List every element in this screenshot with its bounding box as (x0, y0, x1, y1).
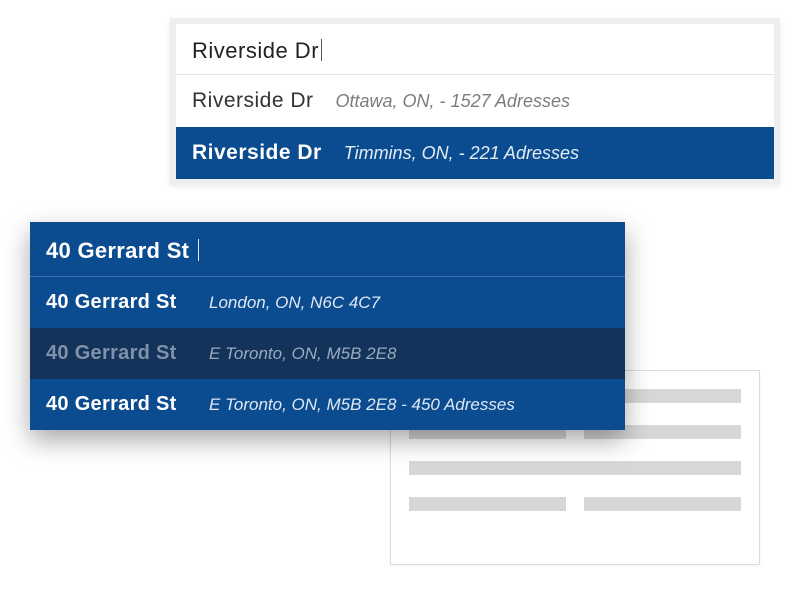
option-primary-text: Riverside Dr (192, 89, 314, 113)
autocomplete-option[interactable]: 40 Gerrard St London, ON, N6C 4C7 (30, 277, 625, 328)
option-secondary-text: London, ON, N6C 4C7 (209, 293, 380, 313)
search-input-value: Riverside Dr (192, 38, 319, 63)
placeholder-row (409, 497, 741, 511)
text-cursor-icon (198, 239, 199, 261)
option-secondary-text: E Toronto, ON, M5B 2E8 - 450 Adresses (209, 395, 515, 415)
placeholder-bar (409, 461, 741, 475)
option-primary-text: 40 Gerrard St (46, 291, 191, 314)
option-primary-text: 40 Gerrard St (46, 342, 191, 365)
autocomplete-panel-gerrard: 40 Gerrard St 40 Gerrard St London, ON, … (30, 222, 625, 430)
placeholder-row (409, 461, 741, 475)
placeholder-bar (409, 497, 566, 511)
autocomplete-option[interactable]: Riverside Dr Ottawa, ON, - 1527 Adresses (176, 75, 774, 127)
autocomplete-option-selected[interactable]: Riverside Dr Timmins, ON, - 221 Adresses (176, 127, 774, 179)
option-secondary-text: E Toronto, ON, M5B 2E8 (209, 344, 396, 364)
search-input[interactable]: 40 Gerrard St (30, 222, 625, 277)
option-secondary-text: Timmins, ON, - 221 Adresses (344, 143, 579, 164)
option-primary-text: Riverside Dr (192, 141, 322, 165)
autocomplete-panel-riverside: Riverside Dr Riverside Dr Ottawa, ON, - … (170, 18, 780, 185)
search-input[interactable]: Riverside Dr (176, 24, 774, 75)
search-input-value: 40 Gerrard St (46, 238, 189, 263)
autocomplete-option[interactable]: 40 Gerrard St E Toronto, ON, M5B 2E8 - 4… (30, 379, 625, 430)
placeholder-bar (584, 497, 741, 511)
text-cursor-icon (321, 39, 322, 61)
option-secondary-text: Ottawa, ON, - 1527 Adresses (336, 91, 570, 112)
option-primary-text: 40 Gerrard St (46, 393, 191, 416)
autocomplete-option-hover[interactable]: 40 Gerrard St E Toronto, ON, M5B 2E8 (30, 328, 625, 379)
